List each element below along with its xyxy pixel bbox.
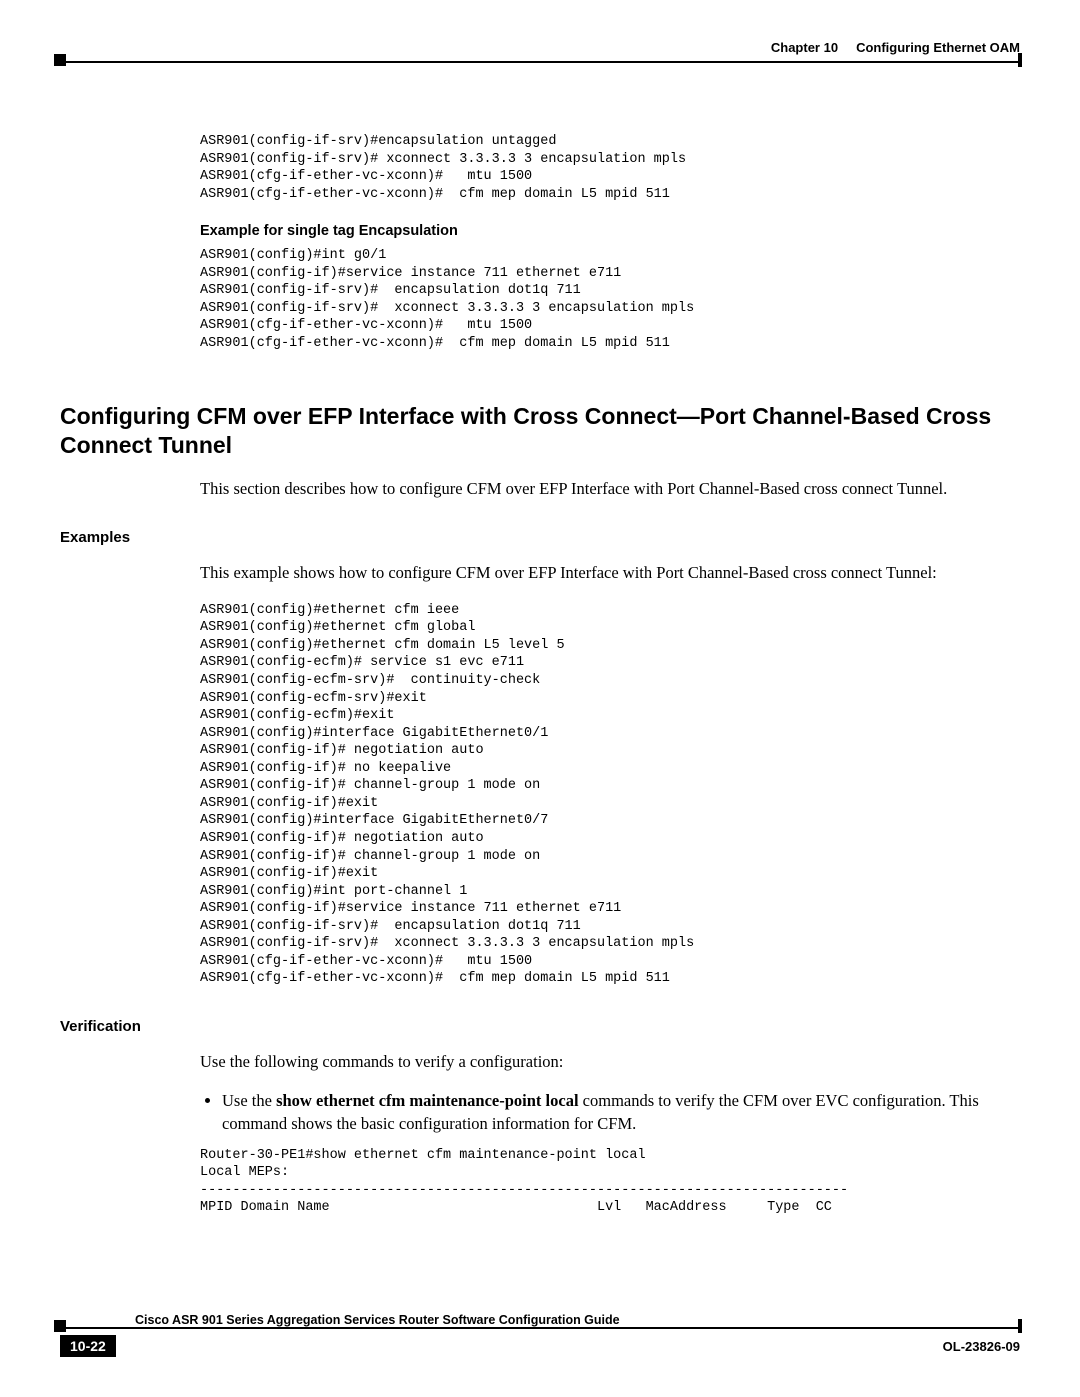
code-block-examples: ASR901(config)#ethernet cfm ieee ASR901(… xyxy=(200,602,1020,988)
bullet-command: show ethernet cfm maintenance-point loca… xyxy=(276,1091,578,1110)
header-marker-icon xyxy=(54,54,66,66)
bullet-pre-text: Use the xyxy=(222,1091,276,1110)
footer-guide-title: Cisco ASR 901 Series Aggregation Service… xyxy=(135,1313,1020,1327)
verification-bullet-item: Use the show ethernet cfm maintenance-po… xyxy=(222,1090,1020,1135)
examples-heading: Examples xyxy=(60,529,1020,546)
section-heading: Configuring CFM over EFP Interface with … xyxy=(60,402,1020,460)
page-number: 10-22 xyxy=(60,1335,116,1357)
code-block-verification: Router-30-PE1#show ethernet cfm maintena… xyxy=(200,1147,1020,1217)
verification-heading: Verification xyxy=(60,1018,1020,1035)
footer-rule xyxy=(60,1327,1020,1329)
chapter-label: Chapter 10 xyxy=(771,40,838,55)
examples-paragraph: This example shows how to configure CFM … xyxy=(200,562,1020,583)
chapter-title: Configuring Ethernet OAM xyxy=(856,40,1020,55)
footer-end-icon xyxy=(1018,1319,1022,1333)
code-block-untagged: ASR901(config-if-srv)#encapsulation unta… xyxy=(200,133,1020,203)
subhead-single-tag: Example for single tag Encapsulation xyxy=(200,223,1020,239)
verification-paragraph: Use the following commands to verify a c… xyxy=(200,1051,1020,1072)
section-paragraph: This section describes how to configure … xyxy=(200,478,1020,499)
header-end-icon xyxy=(1018,53,1022,67)
footer-marker-icon xyxy=(54,1320,66,1332)
header-rule xyxy=(60,61,1020,63)
doc-id: OL-23826-09 xyxy=(943,1339,1020,1354)
verification-bullets: Use the show ethernet cfm maintenance-po… xyxy=(200,1090,1020,1135)
code-block-single-tag: ASR901(config)#int g0/1 ASR901(config-if… xyxy=(200,247,1020,352)
